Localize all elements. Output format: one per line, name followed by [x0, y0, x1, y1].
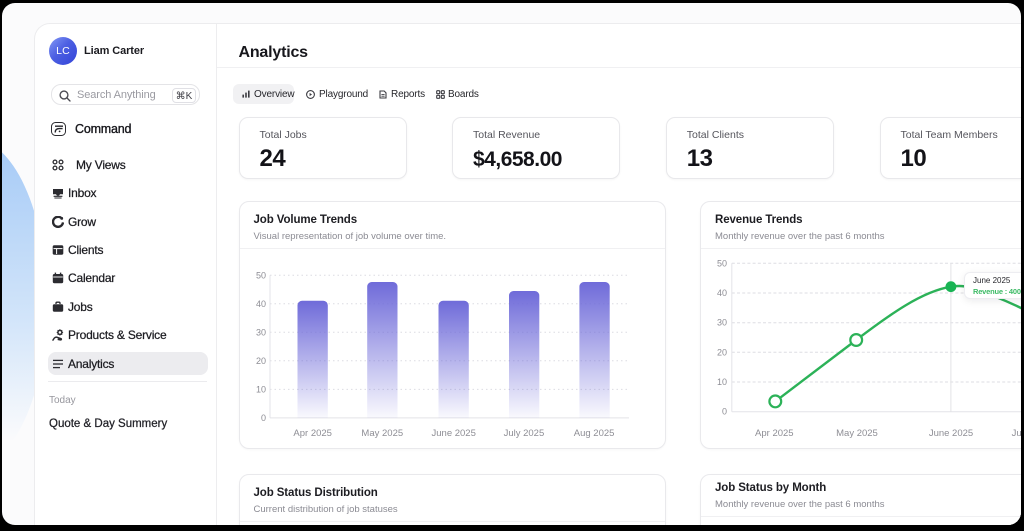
- svg-text:May 2025: May 2025: [836, 428, 878, 439]
- svg-text:50: 50: [717, 258, 727, 268]
- svg-text:50: 50: [255, 270, 265, 280]
- svg-text:July 2025: July 2025: [1012, 428, 1021, 439]
- svg-text:30: 30: [255, 327, 265, 337]
- svg-text:June 2025: June 2025: [431, 428, 475, 439]
- svg-text:40: 40: [255, 299, 265, 309]
- svg-text:40: 40: [717, 288, 727, 298]
- svg-text:Apr 2025: Apr 2025: [293, 428, 332, 439]
- svg-text:0: 0: [260, 413, 265, 423]
- svg-text:30: 30: [717, 318, 727, 328]
- svg-text:June 2025: June 2025: [929, 428, 973, 439]
- svg-text:May 2025: May 2025: [361, 428, 403, 439]
- svg-text:10: 10: [717, 377, 727, 387]
- svg-text:20: 20: [717, 347, 727, 357]
- svg-text:Aug 2025: Aug 2025: [573, 428, 614, 439]
- svg-text:Apr 2025: Apr 2025: [755, 428, 794, 439]
- svg-text:July 2025: July 2025: [503, 428, 544, 439]
- svg-text:0: 0: [722, 407, 727, 417]
- svg-text:10: 10: [255, 384, 265, 394]
- svg-text:20: 20: [255, 356, 265, 366]
